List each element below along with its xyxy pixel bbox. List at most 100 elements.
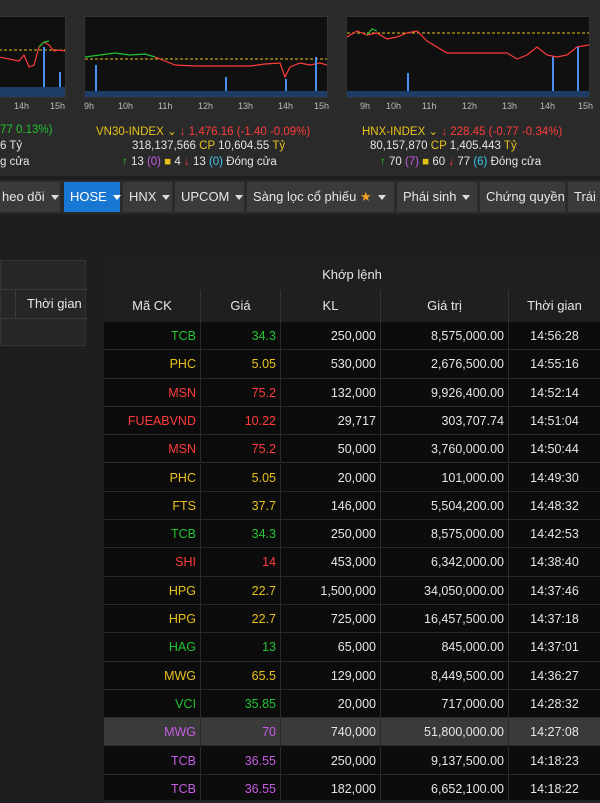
vn30-cp-label: CP [199, 140, 215, 152]
price-cell: 34.3 [200, 520, 280, 549]
value-cell: 8,575,000.00 [380, 520, 508, 549]
index-chart-left[interactable] [0, 16, 66, 98]
hnx-index-change: (-0.77 -0.34%) [488, 126, 563, 138]
vn30-floor-count: (0) [208, 156, 223, 168]
price-cell: 10.22 [200, 406, 280, 435]
vn30-index-change: (-1.40 -0.09%) [236, 126, 311, 138]
symbol-cell: PHC [169, 357, 196, 372]
tab-label: Sàng lọc cổ phiếu [253, 189, 357, 204]
left-panel: Thời gian [0, 260, 87, 346]
price-cell: 13 [200, 633, 280, 662]
table-row[interactable]: HAG 13 65,000 845,000.00 14:37:01 [104, 633, 600, 662]
table-row[interactable]: FTS 37.7 146,000 5,504,200.00 14:48:32 [104, 491, 600, 521]
tab-stock-screener[interactable]: Sàng lọc cổ phiếu ★ [247, 182, 394, 212]
index-chart-hnx[interactable] [346, 16, 590, 98]
hnx-breadth-line: ↑ 70 (7) ■ 60 ↓ 77 (6) Đóng cửa [380, 156, 541, 168]
time-cell: 14:28:32 [508, 689, 600, 718]
volume-cell: 740,000 [280, 718, 380, 747]
axis-label: 10h [118, 101, 134, 111]
table-row[interactable]: MWG 70 740,000 51,800,000.00 14:27:08 [104, 718, 600, 747]
divider [15, 290, 16, 318]
chevron-down-icon [235, 195, 244, 201]
volume-cell: 50,000 [280, 435, 380, 464]
tab-watchlist[interactable]: heo dõi [0, 182, 60, 212]
table-row[interactable]: TCB 36.55 250,000 9,137,500.00 14:18:23 [104, 746, 600, 775]
chevron-down-icon[interactable]: ⌄ [167, 126, 177, 138]
col-header-price[interactable]: Giá [200, 290, 280, 322]
symbol-cell: TCB [171, 753, 196, 768]
vn30-index-line[interactable]: VN30-INDEX ⌄ ↓ 1,476.16 (-1.40 -0.09%) [96, 124, 310, 138]
tab-hnx[interactable]: HNX [123, 182, 172, 212]
col-header-symbol[interactable]: Mã CK [104, 290, 200, 322]
volume-cell: 250,000 [280, 746, 380, 775]
left-panel-header: Thời gian [1, 289, 87, 319]
table-row[interactable]: HPG 22.7 725,000 16,457,500.00 14:37:18 [104, 605, 600, 634]
value-cell: 34,050,000.00 [380, 576, 508, 605]
value-cell: 16,457,500.00 [380, 605, 508, 633]
table-row[interactable]: PHC 5.05 530,000 2,676,500.00 14:55:16 [104, 350, 600, 379]
col-header-time[interactable]: Thời gian [508, 290, 600, 322]
tab-derivatives[interactable]: Phái sinh [397, 182, 477, 212]
tab-warrants[interactable]: Chứng quyền [480, 182, 565, 212]
table-row[interactable]: MSN 75.2 132,000 9,926,400.00 14:52:14 [104, 378, 600, 407]
value-cell: 8,449,500.00 [380, 661, 508, 690]
table-row[interactable]: MWG 65.5 129,000 8,449,500.00 14:36:27 [104, 661, 600, 690]
hnx-index-name: HNX-INDEX [362, 126, 426, 138]
price-cell: 36.55 [200, 774, 280, 803]
value-cell: 8,575,000.00 [380, 322, 508, 350]
col-header-value[interactable]: Giá trị [380, 290, 508, 322]
axis-label: 11h [158, 101, 173, 111]
volume-cell: 20,000 [280, 689, 380, 718]
table-row[interactable]: HPG 22.7 1,500,000 34,050,000.00 14:37:46 [104, 576, 600, 605]
table-row[interactable]: FUEABVND 10.22 29,717 303,707.74 14:51:04 [104, 406, 600, 436]
price-cell: 22.7 [200, 605, 280, 633]
volume-cell: 182,000 [280, 774, 380, 803]
table-row[interactable]: TCB 34.3 250,000 8,575,000.00 14:56:28 [104, 322, 600, 351]
table-row[interactable]: TCB 34.3 250,000 8,575,000.00 14:42:53 [104, 520, 600, 549]
left-index-value-tail: 6 Tỷ [0, 140, 23, 152]
axis-label: 11h [422, 101, 437, 111]
symbol-cell: HAG [168, 640, 196, 655]
table-row[interactable]: SHI 14 453,000 6,342,000.00 14:38:40 [104, 548, 600, 577]
chevron-down-icon[interactable]: ⌄ [428, 126, 438, 138]
table-header: Mã CK Giá KL Giá trị Thời gian [104, 290, 600, 322]
spacer [0, 214, 600, 260]
price-cell: 5.05 [200, 463, 280, 492]
volume-cell: 132,000 [280, 378, 380, 407]
table-row[interactable]: PHC 5.05 20,000 101,000.00 14:49:30 [104, 463, 600, 492]
col-header-volume[interactable]: KL [280, 290, 380, 322]
table-row[interactable]: TCB 36.55 182,000 6,652,100.00 14:18:22 [104, 774, 600, 803]
axis-label: 12h [462, 101, 478, 111]
time-cell: 14:55:16 [508, 350, 600, 379]
time-cell: 14:37:46 [508, 576, 600, 605]
symbol-cell: FUEABVND [127, 413, 196, 428]
panel-title: Khớp lệnh [104, 260, 600, 290]
table-row[interactable]: VCI 35.85 20,000 717,000.00 14:28:32 [104, 689, 600, 719]
volume-cell: 453,000 [280, 548, 380, 577]
hnx-ref-count: 60 [432, 156, 446, 168]
tab-bonds[interactable]: Trái p [568, 182, 600, 212]
hnx-value: 1,405.443 [449, 140, 501, 152]
axis-label: 15h [314, 101, 330, 111]
time-cell: 14:48:32 [508, 491, 600, 520]
vn30-ceil-count: (0) [146, 156, 162, 168]
tab-hose[interactable]: HOSE [64, 182, 121, 212]
time-cell: 14:18:22 [508, 774, 600, 803]
value-cell: 6,652,100.00 [380, 774, 508, 803]
time-cell: 14:37:01 [508, 633, 600, 662]
hnx-cp-label: CP [430, 140, 447, 152]
vn30-ref-count: 4 [174, 156, 181, 168]
time-cell: 14:27:08 [508, 718, 600, 747]
symbol-cell: HPG [168, 612, 196, 626]
vn30-unit: Tỷ [272, 140, 286, 152]
square-icon: ■ [164, 156, 172, 168]
chevron-down-icon [50, 195, 59, 201]
hnx-index-line[interactable]: HNX-INDEX ⌄ ↓ 228.45 (-0.77 -0.34%) [362, 124, 562, 138]
chevron-down-icon [462, 195, 471, 201]
chevron-down-icon [162, 195, 171, 201]
table-row[interactable]: MSN 75.2 50,000 3,760,000.00 14:50:44 [104, 435, 600, 464]
arrow-down-icon: ↓ [183, 156, 190, 168]
tab-upcom[interactable]: UPCOM [175, 182, 244, 212]
index-chart-vn30[interactable] [84, 16, 328, 98]
index-chart-left-svg [0, 40, 65, 97]
